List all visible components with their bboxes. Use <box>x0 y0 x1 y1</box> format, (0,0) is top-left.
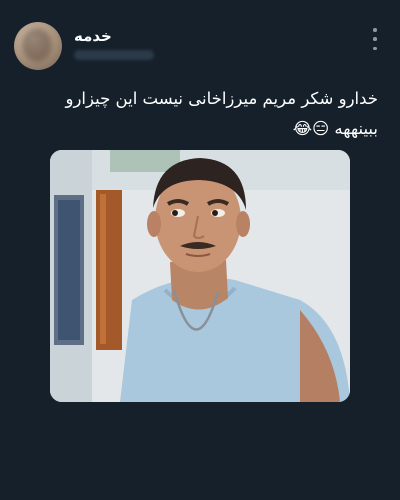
author-handle-blurred[interactable] <box>74 50 154 60</box>
tweet-media-photo[interactable] <box>50 150 350 402</box>
tweet-text-line-1: خدارو شکر مریم میرزاخانی نیست این چیزارو <box>65 89 379 108</box>
tweet-text-line-2: ببینههه 😑😂 <box>292 119 378 138</box>
author-display-name[interactable]: خدمه <box>74 27 112 45</box>
tweet-card[interactable]: خدمه خدارو شکر مریم میرزاخانی نیست این چ… <box>0 0 400 500</box>
user-avatar[interactable] <box>14 22 62 70</box>
tweet-text: خدارو شکر مریم میرزاخانی نیست این چیزارو… <box>48 84 379 144</box>
more-options-icon[interactable] <box>372 28 378 50</box>
